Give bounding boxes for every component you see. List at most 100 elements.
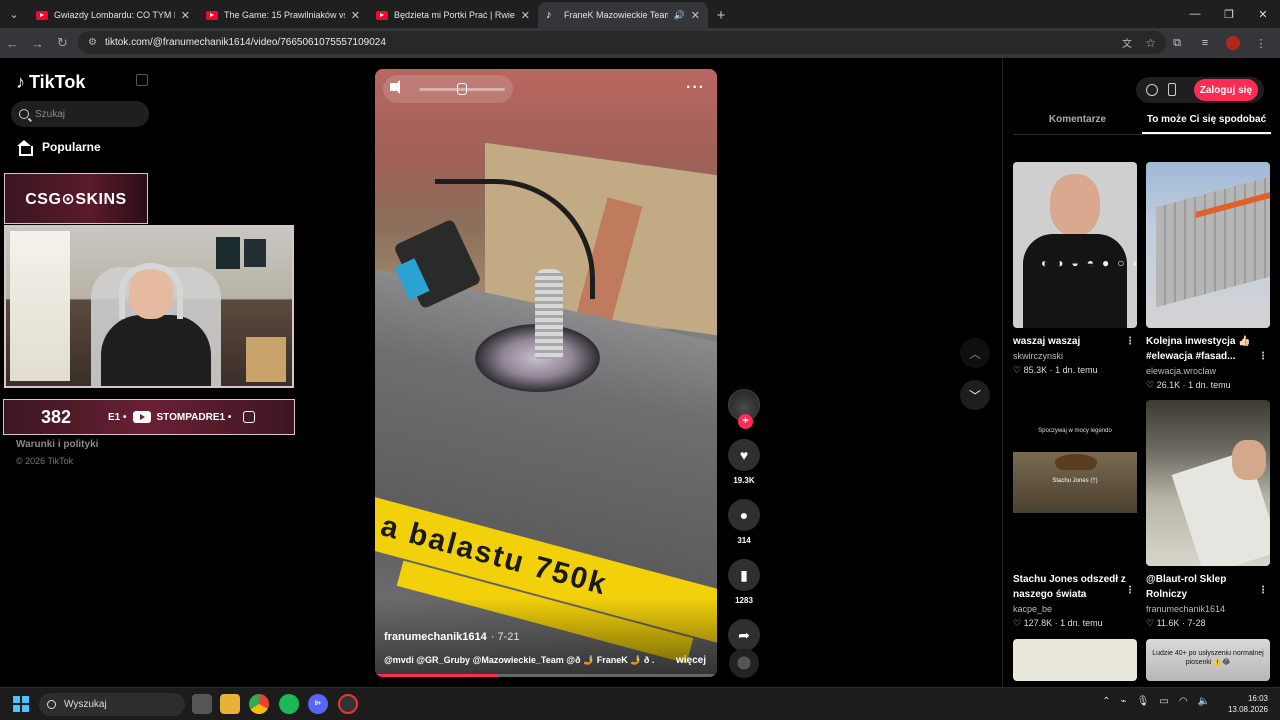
card-title: @Blaut-rol Sklep Rolniczy ⋮ — [1146, 574, 1268, 600]
comment-action[interactable]: ● 314 — [727, 499, 761, 545]
video-thumbnail[interactable]: Ludzie 40+ po usłyszeniu normalnej piose… — [1146, 639, 1270, 681]
video-card[interactable]: @Blaut-rol Sklep Rolniczy ⋮ franumechanik… — [1146, 400, 1270, 629]
close-tab-icon[interactable]: ✕ — [691, 9, 700, 22]
chrome-icon[interactable] — [249, 694, 269, 714]
reload-icon[interactable]: ↻ — [50, 29, 75, 57]
kebab-menu-icon[interactable]: ⋮ — [1125, 334, 1135, 349]
forward-icon[interactable]: → — [25, 29, 50, 57]
restore-icon[interactable]: ❐ — [1212, 0, 1246, 28]
video-card[interactable]: Spoczywaj w mocy legendo Stachu Jones (†… — [1013, 400, 1137, 629]
new-tab-button[interactable]: + — [708, 2, 734, 28]
minimize-icon[interactable]: — — [1178, 0, 1212, 28]
file-explorer-icon[interactable] — [220, 694, 240, 714]
tab-comments[interactable]: Komentarze — [1013, 111, 1142, 134]
search-input[interactable]: Szukaj — [11, 101, 149, 127]
translate-icon[interactable]: 文 — [1122, 35, 1132, 50]
card-author[interactable]: elewacja.wroclaw — [1146, 366, 1270, 376]
video-card[interactable] — [1013, 639, 1137, 681]
volume-icon[interactable] — [390, 80, 400, 94]
bookmark-icon[interactable]: ▮ — [728, 559, 760, 591]
video-progress[interactable] — [375, 674, 717, 677]
video-player[interactable]: a balastu 750k ··· franumechanik1614 · 7-… — [375, 69, 717, 677]
kebab-menu-icon[interactable]: ⋮ — [1258, 349, 1268, 364]
close-tab-icon[interactable]: ✕ — [351, 9, 360, 22]
more-button[interactable]: więcej — [676, 655, 706, 666]
extensions-icon[interactable]: ⧉ — [1166, 32, 1188, 54]
more-options-icon[interactable]: ··· — [686, 79, 705, 97]
task-view-icon[interactable] — [192, 694, 212, 714]
volume-icon[interactable]: 🔈 — [1198, 696, 1210, 707]
close-tab-icon[interactable]: ✕ — [181, 9, 190, 22]
card-author[interactable]: skwirczynski — [1013, 351, 1137, 361]
follow-button[interactable]: + — [738, 414, 753, 429]
speaker-icon[interactable]: 🔊 — [674, 10, 685, 21]
site-info-icon[interactable]: ⚙ — [88, 37, 97, 48]
media-control-icon[interactable]: ≡ — [1194, 32, 1216, 54]
login-button[interactable]: Zaloguj się — [1193, 79, 1258, 101]
video-thumbnail[interactable]: Spoczywaj w mocy legendo Stachu Jones (†… — [1013, 400, 1137, 566]
compass-icon[interactable] — [1146, 84, 1158, 96]
discord-icon[interactable]: 9+ — [308, 694, 328, 714]
nav-popular[interactable]: Popularne — [16, 140, 101, 156]
tab-search-button[interactable]: ⌄ — [0, 0, 28, 28]
author-avatar[interactable]: + — [728, 389, 760, 429]
youtube-icon — [206, 10, 218, 20]
previous-video-button[interactable]: ︿ — [960, 338, 990, 368]
comment-icon[interactable]: ● — [728, 499, 760, 531]
profile-avatar[interactable] — [1226, 36, 1240, 50]
next-video-button[interactable]: ﹀ — [960, 380, 990, 410]
like-action[interactable]: ♥ 19.3K — [727, 439, 761, 485]
bookmark-star-icon[interactable]: ☆ — [1145, 36, 1156, 50]
stream-counter-bar: 382 E1 • STOMPADRE1 • — [3, 399, 295, 435]
terms-link[interactable]: Warunki i polityki — [16, 439, 98, 450]
video-description[interactable]: @mvdi @GR_Gruby @Mazowieckie_Team @ð 🤳 F… — [384, 655, 654, 666]
phone-icon[interactable] — [1168, 83, 1176, 96]
heart-icon[interactable]: ♥ — [728, 439, 760, 471]
tiktok-page: ♪ TikTok Szukaj Popularne CSG⊙SKINS 382 … — [0, 58, 1280, 687]
kebab-menu-icon[interactable]: ⋮ — [1258, 583, 1268, 598]
browser-toolbar: ← → ↻ ⚙ tiktok.com/@franumechanik1614/vi… — [0, 28, 1280, 58]
tiktok-logo[interactable]: ♪ TikTok — [16, 72, 85, 93]
collapse-sidebar-icon[interactable] — [136, 74, 148, 86]
windows-start-icon[interactable] — [13, 696, 29, 712]
video-thumbnail[interactable] — [1146, 162, 1270, 328]
music-disc-icon[interactable] — [729, 648, 759, 678]
kebab-menu-icon[interactable]: ⋮ — [1125, 583, 1135, 598]
card-author[interactable]: kacpe_be — [1013, 604, 1137, 614]
wifi-icon[interactable]: ◠ — [1179, 696, 1188, 707]
browser-tab-2[interactable]: The Game: 15 Prawilniaków vs ✕ — [198, 2, 368, 28]
spotify-icon[interactable] — [279, 694, 299, 714]
video-author[interactable]: franumechanik1614 · 7-21 — [384, 631, 519, 643]
window-controls: — ❐ ✕ — [1178, 0, 1280, 28]
close-tab-icon[interactable]: ✕ — [521, 9, 530, 22]
taskbar-search[interactable]: Wyszukaj — [39, 693, 185, 716]
video-thumbnail[interactable]: ◐◑◒◓●○◐◑◒ — [1013, 162, 1137, 328]
save-action[interactable]: ▮ 1283 — [727, 559, 761, 605]
tab-title: Będzieta mi Portki Prać | Rwien — [394, 10, 515, 20]
chevron-up-icon[interactable]: ⌃ — [1102, 696, 1110, 707]
webcam-overlay — [4, 225, 294, 388]
browser-tab-4[interactable]: ♪ FraneK Mazowieckie Team 🔊 ✕ — [538, 2, 708, 28]
menu-icon[interactable]: ⋮ — [1250, 32, 1272, 54]
video-thumbnail[interactable] — [1013, 639, 1137, 681]
browser-tab-3[interactable]: Będzieta mi Portki Prać | Rwien ✕ — [368, 2, 538, 28]
tab-recommended[interactable]: To może Ci się spodobać — [1142, 111, 1271, 134]
microphone-icon[interactable]: 🎙 — [1137, 696, 1150, 707]
app-icon[interactable] — [338, 694, 358, 714]
network-icon[interactable]: ⌁ — [1121, 696, 1127, 707]
channel-info: E1 • STOMPADRE1 • — [108, 411, 294, 423]
back-icon[interactable]: ← — [0, 29, 25, 57]
video-card[interactable]: Kolejna inwestycja 👍🏻 #elewacja #fasad..… — [1146, 162, 1270, 391]
close-window-icon[interactable]: ✕ — [1246, 0, 1280, 28]
display-icon[interactable]: ▭ — [1159, 696, 1168, 707]
video-card[interactable]: ◐◑◒◓●○◐◑◒ waszaj waszaj⋮ skwirczynski ♡ … — [1013, 162, 1137, 376]
volume-control[interactable] — [383, 75, 513, 103]
video-card[interactable]: Ludzie 40+ po usłyszeniu normalnej piose… — [1146, 639, 1270, 681]
card-meta: ♡ 11.6K · 7-28 — [1146, 618, 1206, 628]
address-bar[interactable]: ⚙ tiktok.com/@franumechanik1614/video/76… — [78, 31, 1166, 54]
video-thumbnail[interactable] — [1146, 400, 1270, 566]
card-author[interactable]: franumechanik1614 — [1146, 604, 1270, 614]
share-icon[interactable]: ➦ — [728, 619, 760, 651]
browser-tab-1[interactable]: Gwiazdy Lombardu: CO TYM R ✕ — [28, 2, 198, 28]
clock[interactable]: 16:03 13.08.2026 — [1228, 693, 1268, 715]
